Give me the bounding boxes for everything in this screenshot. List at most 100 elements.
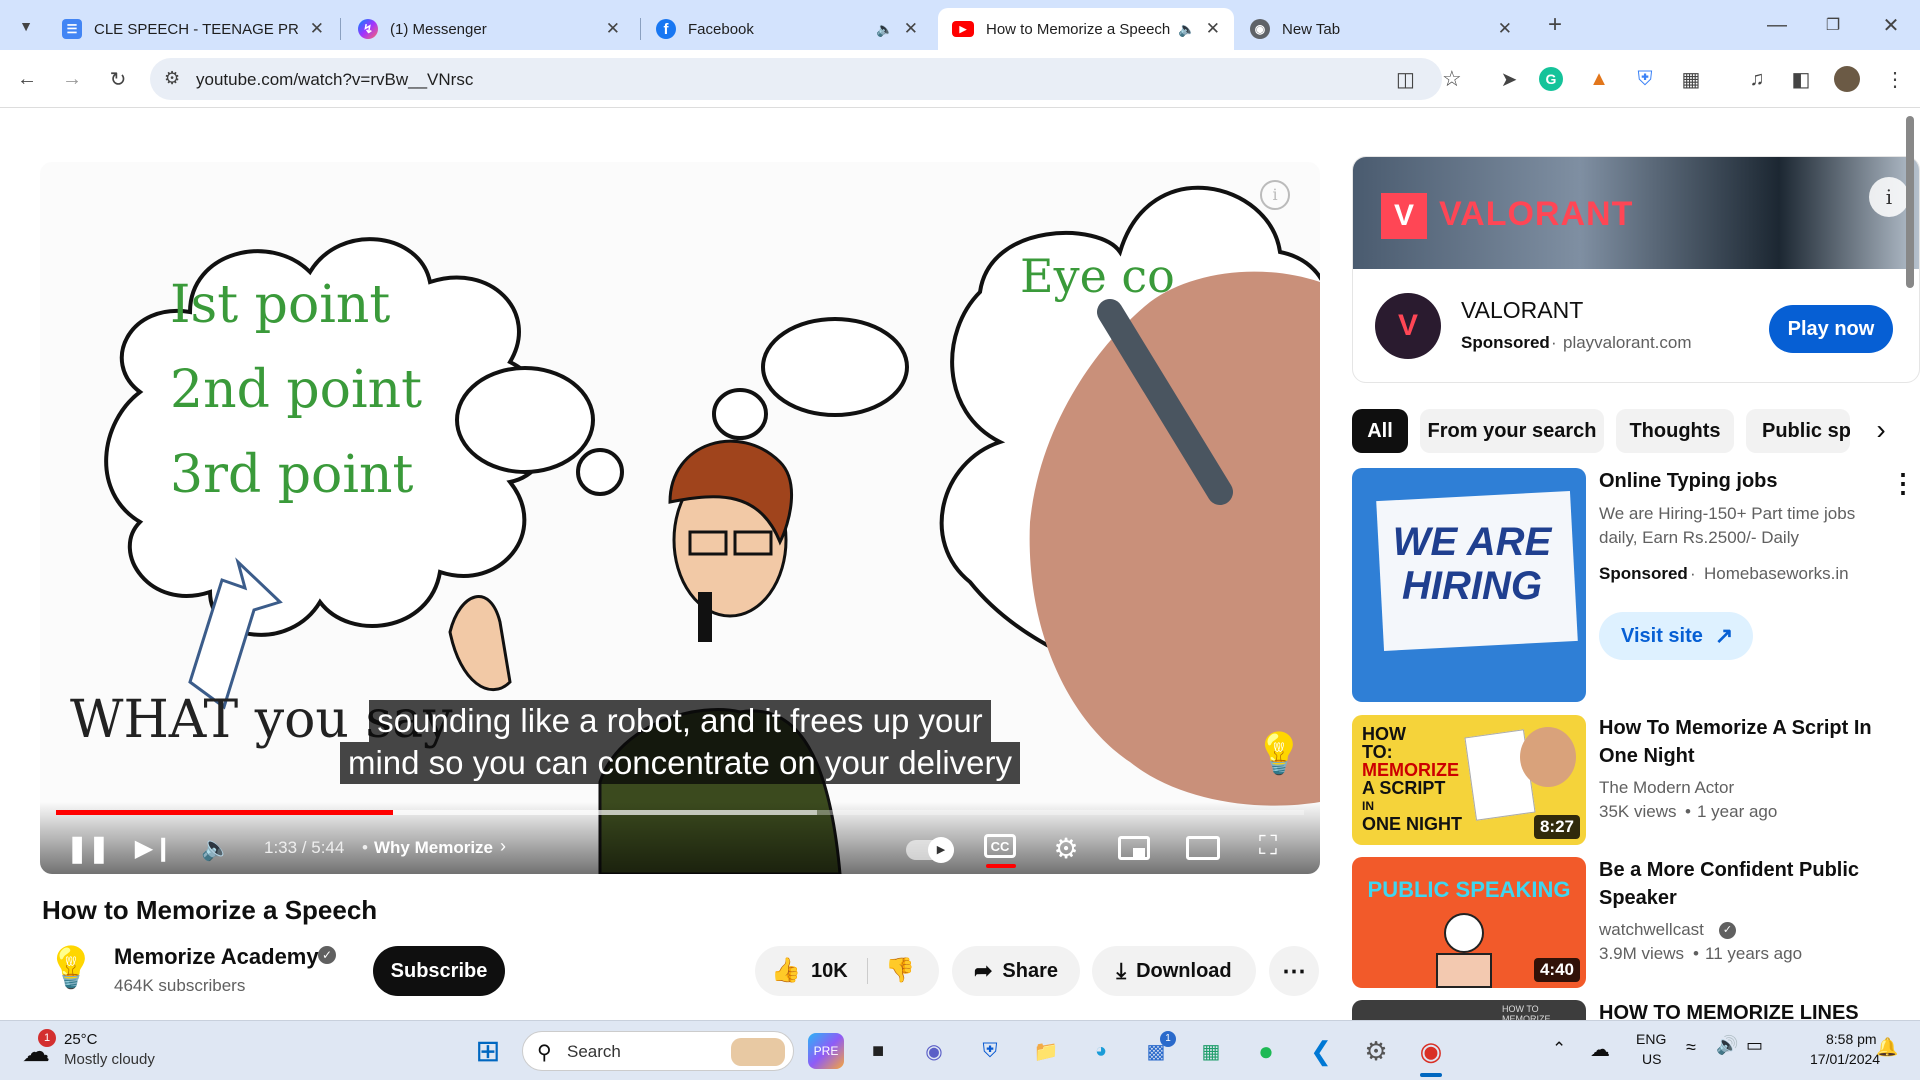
ad-info-icon[interactable]: i — [1869, 177, 1909, 217]
promo-more-kebab-icon[interactable]: ⋮ — [1890, 468, 1916, 499]
related-channel-2[interactable]: watchwellcast — [1599, 918, 1704, 942]
valorant-avatar[interactable]: V — [1375, 293, 1441, 359]
ad-name[interactable]: VALORANT — [1461, 297, 1583, 324]
profile-avatar[interactable] — [1834, 66, 1860, 92]
site-info-icon[interactable]: ⚙ — [164, 68, 180, 89]
speaker-icon[interactable]: 🔈 — [1178, 21, 1195, 38]
weather-temp[interactable]: 25°C — [64, 1031, 98, 1048]
related-title-2b[interactable]: Speaker — [1599, 884, 1889, 912]
subtitles-cc-button[interactable]: CC — [984, 834, 1016, 858]
volume-tray-icon[interactable]: 🔊 — [1716, 1035, 1738, 1056]
progress-bar[interactable] — [56, 810, 1304, 815]
media-controls-icon[interactable]: ♫ — [1742, 64, 1772, 94]
play-now-button[interactable]: Play now — [1769, 305, 1893, 353]
tab-messenger[interactable]: ↯ (1) Messenger ✕ — [344, 8, 634, 50]
restore-icon[interactable]: ❐ — [1818, 10, 1848, 40]
close-window-icon[interactable]: ✕ — [1876, 10, 1906, 40]
metamask-fox-icon[interactable]: ▲ — [1584, 64, 1614, 94]
chrome-taskbar-icon[interactable]: ◉ — [1413, 1033, 1449, 1069]
back-arrow-icon[interactable]: ← — [12, 64, 42, 94]
battery-icon[interactable]: ▭ — [1746, 1035, 1763, 1056]
taskbar-search-box[interactable]: ⚲ Search — [522, 1031, 794, 1071]
related-title-1b[interactable]: One Night — [1599, 742, 1889, 770]
share-button[interactable]: ➦ Share — [952, 946, 1080, 996]
clock-date[interactable]: 17/01/2024 — [1810, 1051, 1880, 1067]
spotify-icon[interactable]: ● — [1248, 1033, 1284, 1069]
language-line2[interactable]: US — [1642, 1051, 1661, 1067]
new-tab-plus-icon[interactable]: + — [1540, 10, 1570, 40]
more-actions-icon[interactable]: ⋯ — [1269, 946, 1319, 996]
reload-icon[interactable]: ↻ — [103, 64, 133, 94]
promo-thumbnail[interactable]: WE ARE HIRING — [1352, 468, 1586, 702]
sheets-app-icon[interactable]: ▦ — [1193, 1033, 1229, 1069]
wifi-icon[interactable]: ≈ — [1686, 1037, 1696, 1058]
task-view-icon[interactable]: ■ — [860, 1033, 896, 1069]
forward-arrow-icon[interactable]: → — [57, 64, 87, 94]
close-tab-icon[interactable]: ✕ — [1498, 19, 1512, 39]
settings-gear-icon[interactable]: ⚙ — [1358, 1033, 1394, 1069]
tab-docs[interactable]: ☰ CLE SPEECH - TEENAGE PREGN ✕ — [48, 8, 338, 50]
video-player[interactable]: Ist point 2nd point 3rd point Eye co WHA… — [40, 162, 1320, 874]
like-thumb-icon[interactable]: 👍 — [771, 956, 801, 985]
security-shield-icon[interactable]: ⛨ — [972, 1033, 1008, 1069]
visit-site-button[interactable]: Visit site ↗ — [1599, 612, 1753, 660]
related-title-2a[interactable]: Be a More Confident Public — [1599, 856, 1889, 884]
miniplayer-icon[interactable] — [1118, 836, 1150, 860]
video-thumbnail-3[interactable]: HOW TO MEMORIZE — [1352, 1000, 1586, 1020]
video-thumbnail-1[interactable]: HOW TO: MEMORIZE A SCRIPT IN ONE NIGHT 8… — [1352, 715, 1586, 845]
onedrive-cloud-icon[interactable]: ☁ — [1590, 1037, 1610, 1062]
related-channel-1[interactable]: The Modern Actor — [1599, 776, 1734, 800]
chips-next-chevron-icon[interactable]: › — [1852, 409, 1910, 453]
shield-extension-icon[interactable]: ⛨ — [1630, 64, 1660, 94]
chrome-menu-kebab-icon[interactable]: ⋮ — [1880, 64, 1910, 94]
speaker-icon[interactable]: 🔈 — [876, 21, 893, 38]
volume-icon[interactable]: 🔈 — [198, 830, 234, 866]
extensions-puzzle-icon[interactable]: ▦ — [1676, 64, 1706, 94]
vscode-icon[interactable]: ❮ — [1303, 1033, 1339, 1069]
windows-start-icon[interactable]: ⊞ — [470, 1033, 506, 1069]
url-text[interactable]: youtube.com/watch?v=rvBw__VNrsc — [196, 70, 473, 90]
channel-avatar-lightbulb-icon[interactable]: 💡 — [46, 944, 96, 998]
clock-time[interactable]: 8:58 pm — [1826, 1031, 1877, 1047]
chapter-title[interactable]: Why Memorize — [374, 838, 493, 858]
weather-desc[interactable]: Mostly cloudy — [64, 1051, 155, 1068]
chip-all[interactable]: All — [1352, 409, 1408, 453]
video-thumbnail-2[interactable]: PUBLIC SPEAKING 4:40 — [1352, 857, 1586, 988]
tab-facebook[interactable]: f Facebook 🔈 ✕ — [642, 8, 932, 50]
ad-domain[interactable]: playvalorant.com — [1563, 333, 1692, 353]
side-panel-icon[interactable]: ◧ — [1786, 64, 1816, 94]
chip-from-your-search[interactable]: From your search — [1420, 409, 1604, 453]
tray-overflow-chevron-icon[interactable]: ⌃ — [1552, 1039, 1566, 1059]
close-tab-icon[interactable]: ✕ — [310, 19, 324, 39]
minimize-icon[interactable]: — — [1762, 10, 1792, 40]
dislike-thumb-icon[interactable]: 👎 — [885, 956, 915, 985]
next-video-icon[interactable]: ▶❙ — [135, 830, 174, 866]
cursor-extension-icon[interactable]: ➤ — [1494, 64, 1524, 94]
related-title-1a[interactable]: How To Memorize A Script In — [1599, 714, 1889, 742]
subscribe-button[interactable]: Subscribe — [373, 946, 505, 996]
ad-banner[interactable]: V VALORANT i — [1353, 157, 1919, 269]
chapter-chevron-icon[interactable]: › — [500, 836, 506, 857]
fullscreen-icon[interactable]: ⛶ — [1252, 830, 1284, 862]
pause-icon[interactable]: ❚❚ — [66, 830, 110, 866]
valorant-ad-card[interactable]: V VALORANT i V VALORANT Sponsored · play… — [1352, 156, 1920, 383]
install-app-icon[interactable]: ◫ — [1396, 67, 1415, 92]
promo-domain[interactable]: Homebaseworks.in — [1704, 564, 1849, 584]
grammarly-icon[interactable]: G — [1539, 67, 1563, 91]
chip-public-speaking[interactable]: Public sp — [1746, 409, 1850, 453]
theater-mode-icon[interactable] — [1186, 836, 1220, 860]
autoplay-toggle[interactable]: ▶ — [906, 837, 954, 863]
related-title-3[interactable]: HOW TO MEMORIZE LINES — [1599, 999, 1889, 1020]
tab-new-tab[interactable]: ◉ New Tab ✕ — [1236, 8, 1526, 50]
like-count[interactable]: 10K — [811, 960, 848, 983]
channel-name[interactable]: Memorize Academy — [114, 944, 319, 970]
tab-search-chevron-icon[interactable]: ▼ — [10, 10, 42, 42]
info-card-icon[interactable]: i — [1260, 180, 1290, 210]
page-scrollbar-thumb[interactable] — [1906, 116, 1914, 288]
edge-browser-icon[interactable]: ◕ — [1083, 1033, 1119, 1069]
copilot-icon[interactable]: PRE — [808, 1033, 844, 1069]
download-button[interactable]: ⤓ Download — [1092, 946, 1256, 996]
promo-title[interactable]: Online Typing jobs — [1599, 467, 1889, 495]
close-tab-icon[interactable]: ✕ — [606, 19, 620, 39]
chip-thoughts[interactable]: Thoughts — [1616, 409, 1734, 453]
